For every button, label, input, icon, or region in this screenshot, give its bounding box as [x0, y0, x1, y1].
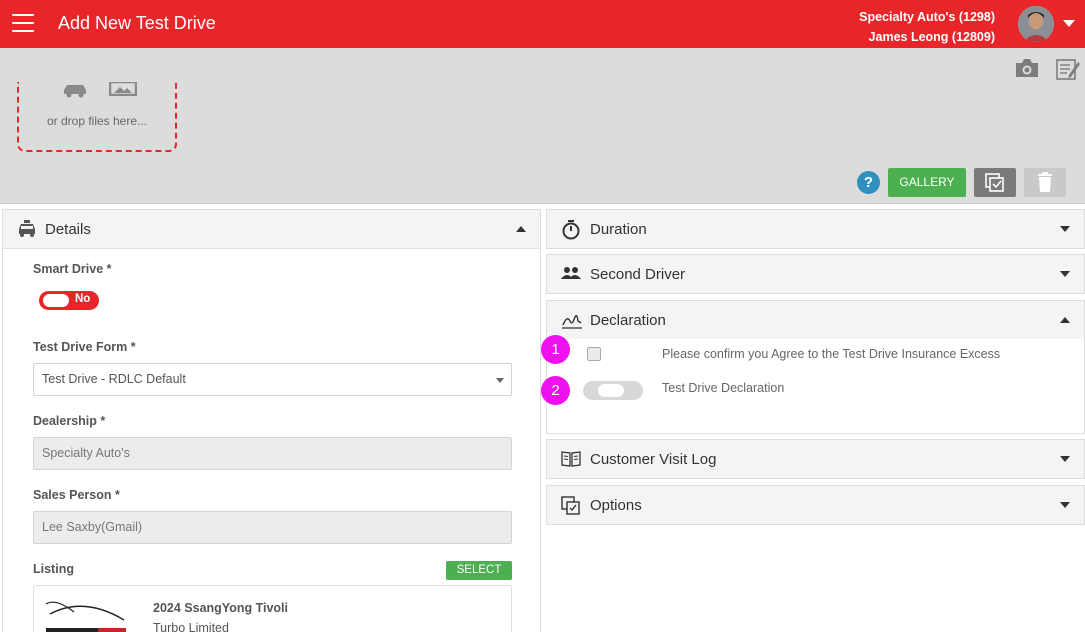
stopwatch-icon	[561, 220, 581, 245]
declaration-text: Test Drive Declaration	[662, 381, 785, 395]
listing-card[interactable]: 2024 SsangYong Tivoli Turbo Limited	[33, 585, 512, 632]
listing-label: Listing	[33, 562, 74, 576]
sales-person-field: Lee Saxby(Gmail)	[33, 511, 512, 544]
book-icon	[561, 450, 581, 473]
notepad-icon[interactable]	[1055, 57, 1081, 86]
second-driver-accordion[interactable]: Second Driver	[546, 254, 1085, 294]
annotation-marker-2: 2	[541, 376, 570, 405]
dealership-field: Specialty Auto's	[33, 437, 512, 470]
options-accordion[interactable]: Options	[546, 485, 1085, 525]
expand-caret-icon	[1060, 271, 1070, 277]
account-info[interactable]: Specialty Auto's (1298) James Leong (128…	[859, 7, 995, 47]
right-column-filler	[545, 525, 1085, 632]
help-button[interactable]: ?	[857, 171, 880, 194]
checkbox-list-icon	[561, 496, 581, 521]
avatar[interactable]	[1018, 6, 1054, 42]
select-all-button[interactable]	[974, 168, 1016, 197]
listing-title: 2024 SsangYong Tivoli	[153, 601, 288, 615]
expand-caret-icon	[1060, 502, 1070, 508]
details-title: Details	[45, 221, 91, 238]
details-header[interactable]: Details	[3, 210, 540, 249]
test-drive-form-select[interactable]: Test Drive - RDLC Default	[33, 363, 512, 396]
account-dropdown-caret-icon[interactable]	[1063, 20, 1075, 27]
image-icon	[109, 82, 137, 96]
taxi-icon	[17, 220, 37, 243]
multi-select-icon	[985, 173, 1004, 192]
second-driver-title: Second Driver	[590, 266, 686, 283]
page-title: Add New Test Drive	[58, 13, 216, 33]
chevron-down-icon	[496, 378, 504, 383]
expand-caret-icon	[1060, 226, 1070, 232]
signature-icon	[561, 311, 583, 336]
smart-drive-toggle[interactable]: No	[39, 291, 99, 310]
file-dropzone[interactable]: or drop files here...	[17, 82, 177, 152]
collapse-caret-icon	[516, 226, 526, 232]
dealership-label: Dealership *	[33, 414, 106, 428]
toggle-knob	[43, 294, 69, 307]
user-avatar-icon	[1018, 6, 1054, 42]
dealer-logo	[44, 598, 130, 632]
toggle-knob	[598, 384, 624, 397]
test-drive-form-value: Test Drive - RDLC Default	[42, 372, 186, 386]
account-user: James Leong (12809)	[868, 30, 995, 44]
camera-icon[interactable]	[1014, 57, 1040, 84]
declaration-title: Declaration	[590, 312, 666, 329]
details-panel: Details Smart Drive * No Test Drive Form…	[2, 209, 541, 632]
car-icon	[64, 85, 86, 98]
top-bar: Add New Test Drive Specialty Auto's (129…	[0, 0, 1085, 48]
duration-accordion[interactable]: Duration	[546, 209, 1085, 249]
agree-insurance-text: Please confirm you Agree to the Test Dri…	[662, 347, 1001, 361]
declaration-accordion[interactable]: Declaration	[546, 300, 1085, 340]
trash-icon	[1038, 172, 1052, 192]
listing-subtitle: Turbo Limited	[153, 621, 229, 632]
agree-insurance-checkbox[interactable]	[587, 347, 601, 361]
customer-visit-log-accordion[interactable]: Customer Visit Log	[546, 439, 1085, 479]
options-title: Options	[590, 497, 642, 514]
toggle-value: No	[75, 293, 91, 305]
expand-caret-icon	[1060, 456, 1070, 462]
annotation-marker-1: 1	[541, 335, 570, 364]
account-dealership: Specialty Auto's (1298)	[859, 10, 995, 24]
hamburger-icon[interactable]	[12, 14, 34, 32]
customer-visit-log-title: Customer Visit Log	[590, 451, 717, 468]
test-drive-form-label: Test Drive Form *	[33, 340, 136, 354]
listing-select-button[interactable]: SELECT	[446, 561, 512, 580]
sales-person-label: Sales Person *	[33, 488, 120, 502]
smart-drive-label: Smart Drive *	[33, 262, 112, 276]
delete-button[interactable]	[1024, 168, 1066, 197]
media-upload-area: or drop files here... ? GALLERY	[0, 48, 1085, 204]
gallery-button[interactable]: GALLERY	[888, 168, 966, 197]
users-icon	[561, 265, 581, 288]
dropzone-text: or drop files here...	[46, 114, 148, 128]
declaration-toggle[interactable]	[583, 381, 643, 400]
duration-title: Duration	[590, 221, 647, 238]
collapse-caret-icon	[1060, 317, 1070, 323]
